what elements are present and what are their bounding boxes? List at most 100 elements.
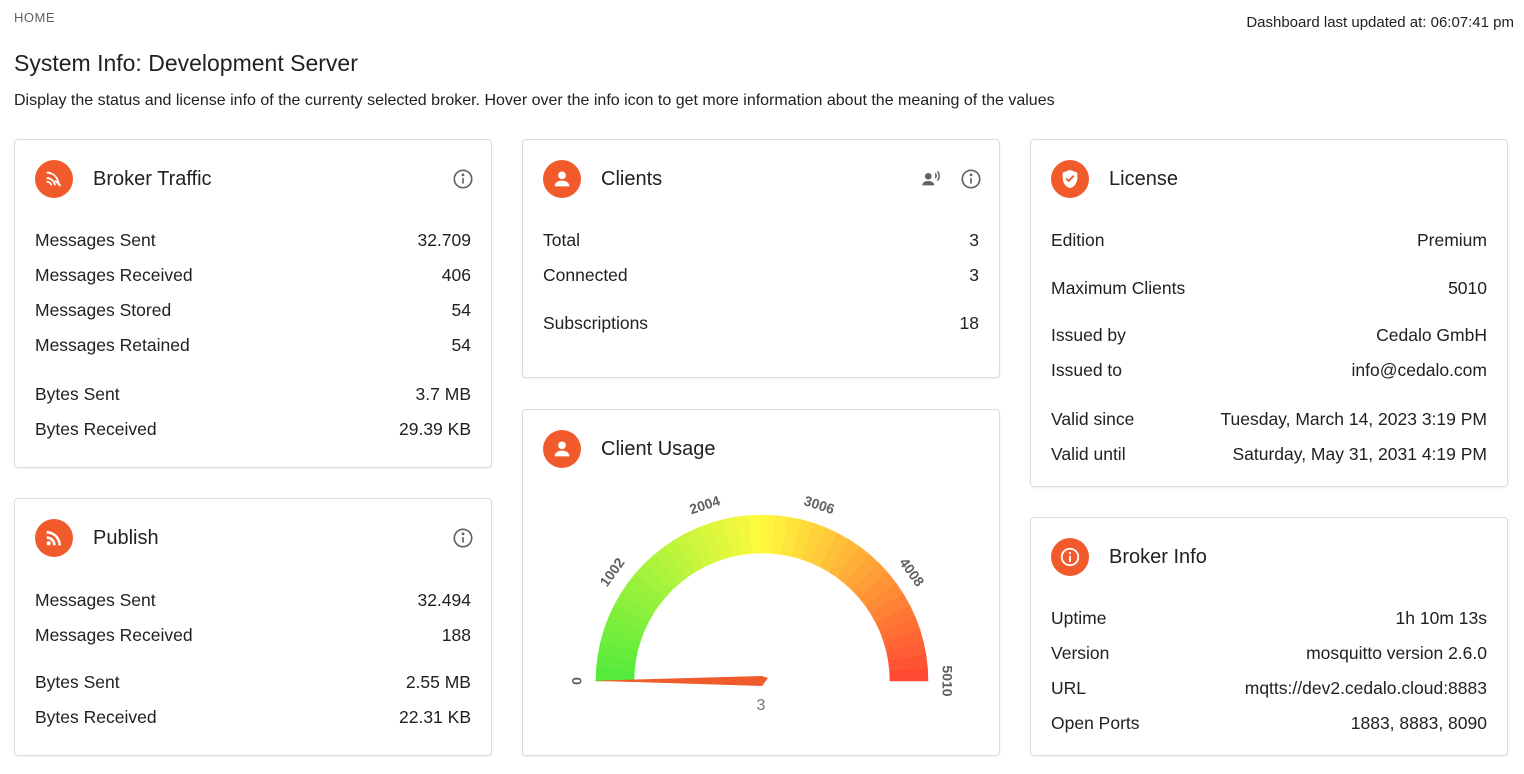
metric-label: Connected (543, 265, 628, 285)
metric-label: Bytes Sent (35, 672, 120, 692)
metric-label: Total (543, 230, 580, 250)
metric-value: Cedalo GmbH (1376, 325, 1487, 345)
metric-row: Messages Stored 54 (35, 300, 471, 321)
metric-value: Saturday, May 31, 2031 4:19 PM (1232, 444, 1487, 464)
metric-row: Open Ports 1883, 8883, 8090 (1051, 713, 1487, 734)
metric-row: Bytes Sent 2.55 MB (35, 672, 471, 693)
metric-value: 1h 10m 13s (1395, 608, 1487, 628)
metric-value: 5010 (1448, 278, 1487, 298)
metric-row: Messages Received 406 (35, 265, 471, 286)
metric-row: Issued to info@cedalo.com (1051, 360, 1487, 381)
person-icon (543, 430, 581, 468)
broker-info-title: Broker Info (1109, 545, 1207, 568)
metric-value: 3.7 MB (415, 384, 471, 404)
publish-title: Publish (93, 526, 159, 549)
gauge-tick-label: 3006 (802, 492, 837, 517)
metric-value: 188 (441, 625, 471, 645)
metric-label: Messages Stored (35, 300, 172, 320)
page-description: Display the status and license info of t… (14, 92, 1055, 109)
metric-label: Bytes Sent (35, 384, 120, 404)
metric-value: mqtts://dev2.cedalo.cloud:8883 (1244, 678, 1487, 698)
metric-label: Valid since (1051, 409, 1135, 429)
rss-icon (35, 519, 73, 557)
client-usage-title: Client Usage (601, 437, 716, 460)
metric-label: Messages Received (35, 625, 193, 645)
metric-row: Subscriptions 18 (543, 313, 979, 334)
metric-label: Bytes Received (35, 419, 157, 439)
gauge-tick-label: 5010 (939, 665, 955, 696)
license-title: License (1109, 167, 1178, 190)
metric-row: Messages Sent 32.709 (35, 230, 471, 251)
metric-row: Bytes Received 29.39 KB (35, 419, 471, 440)
metric-value: 32.494 (417, 590, 471, 610)
metric-value: Premium (1416, 230, 1487, 250)
info-icon[interactable] (451, 526, 475, 550)
metric-value: 54 (451, 335, 471, 355)
clients-title: Clients (601, 167, 663, 190)
metric-value: 54 (451, 300, 471, 320)
metric-label: Open Ports (1051, 713, 1140, 733)
broker-traffic-icon (35, 160, 73, 198)
page-title: System Info: Development Server (14, 50, 358, 76)
metric-value: Tuesday, March 14, 2023 3:19 PM (1220, 409, 1487, 429)
gauge-tick-label: 0 (569, 677, 585, 685)
metric-label: Messages Received (35, 265, 193, 285)
metric-row: Maximum Clients 5010 (1051, 278, 1487, 299)
shield-check-icon (1051, 160, 1089, 198)
metric-value: 2.55 MB (405, 672, 471, 692)
metric-row: Valid since Tuesday, March 14, 2023 3:19 … (1051, 409, 1487, 430)
metric-row: Edition Premium (1051, 230, 1487, 251)
metric-value: 3 (969, 230, 979, 250)
metric-label: Messages Sent (35, 590, 156, 610)
metric-label: Issued to (1051, 360, 1123, 380)
metric-value: 1883, 8883, 8090 (1350, 713, 1487, 733)
gauge-tick-label: 4008 (896, 555, 927, 590)
info-icon[interactable] (959, 167, 983, 191)
info-icon (1051, 538, 1089, 576)
metric-label: URL (1051, 678, 1087, 698)
metric-value: 406 (441, 265, 471, 285)
metric-row: Valid until Saturday, May 31, 2031 4:19 P… (1051, 444, 1487, 465)
metric-label: Messages Sent (35, 230, 156, 250)
broker-info-card: Broker Info Uptime 1h 10m 13s Version mosq… (1030, 517, 1508, 756)
metric-row: Messages Received 188 (35, 625, 471, 646)
metric-row: Messages Sent 32.494 (35, 590, 471, 611)
license-card: License Edition Premium Maximum Clients 50… (1030, 139, 1508, 487)
metric-label: Bytes Received (35, 707, 157, 727)
metric-value: info@cedalo.com (1351, 360, 1487, 380)
metric-row: URL mqtts://dev2.cedalo.cloud:8883 (1051, 678, 1487, 699)
metric-label: Subscriptions (543, 313, 649, 333)
clients-card: Clients Total 3 Connected 3 Subscriptions 1… (522, 139, 1000, 378)
metric-label: Uptime (1051, 608, 1107, 628)
person-icon (543, 160, 581, 198)
gauge-tick-label: 2004 (687, 492, 722, 517)
metric-value: 3 (969, 265, 979, 285)
breadcrumb[interactable]: HOME (14, 10, 55, 25)
broker-traffic-card: Broker Traffic Messages Sent 32.709 Messa… (14, 139, 492, 468)
metric-row: Total 3 (543, 230, 979, 251)
metric-row: Bytes Sent 3.7 MB (35, 384, 471, 405)
metric-value: 32.709 (417, 230, 471, 250)
metric-label: Issued by (1051, 325, 1126, 345)
metric-label: Version (1051, 643, 1110, 663)
metric-value: mosquitto version 2.6.0 (1306, 643, 1487, 663)
metric-label: Maximum Clients (1051, 278, 1186, 298)
metric-row: Connected 3 (543, 265, 979, 286)
last-updated-text: Dashboard last updated at: 06:07:41 pm (1246, 14, 1514, 31)
gauge-value-label: 3 (757, 697, 766, 714)
metric-row: Messages Retained 54 (35, 335, 471, 356)
client-usage-gauge: 0 1002 2004 3006 4008 5010 3 (523, 480, 1001, 750)
publish-card: Publish Messages Sent 32.494 Messages Rec… (14, 498, 492, 756)
info-icon[interactable] (451, 167, 475, 191)
gauge-tick-label: 1002 (596, 555, 627, 590)
metric-row: Bytes Received 22.31 KB (35, 707, 471, 728)
record-voice-icon[interactable] (919, 167, 943, 191)
metric-label: Messages Retained (35, 335, 190, 355)
metric-row: Version mosquitto version 2.6.0 (1051, 643, 1487, 664)
metric-row: Issued by Cedalo GmbH (1051, 325, 1487, 346)
metric-value: 29.39 KB (399, 419, 471, 439)
metric-value: 18 (959, 313, 979, 333)
metric-label: Valid until (1051, 444, 1126, 464)
metric-label: Edition (1051, 230, 1105, 250)
broker-traffic-title: Broker Traffic (93, 167, 212, 190)
